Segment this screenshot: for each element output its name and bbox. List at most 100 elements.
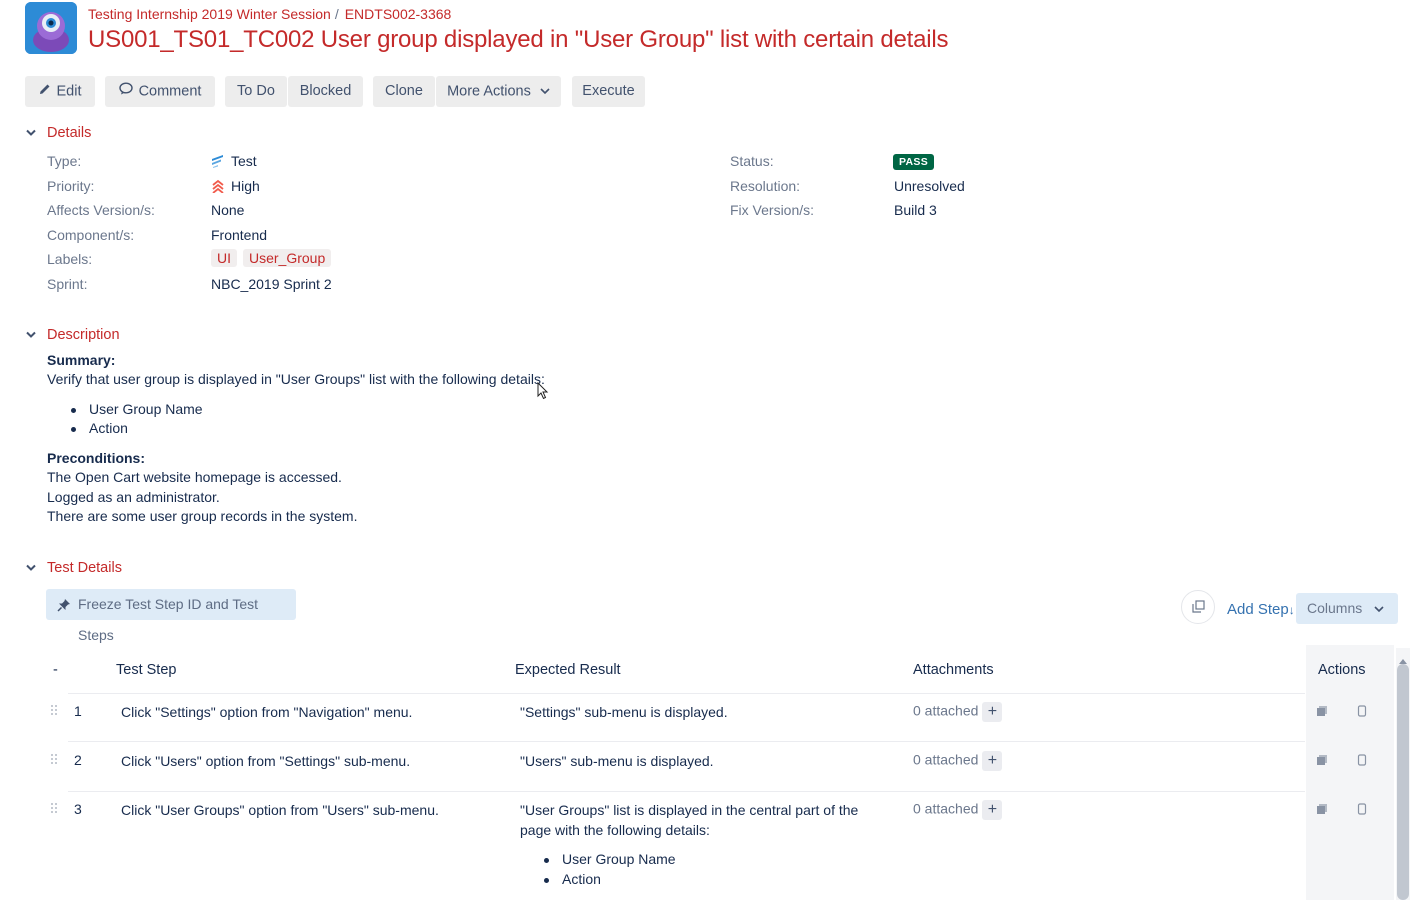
- add-attachment-button[interactable]: +: [982, 800, 1003, 820]
- expected-result-line[interactable]: page with the following details:: [520, 822, 710, 838]
- breadcrumb-separator: /: [334, 6, 339, 22]
- priority-value: High: [211, 178, 260, 196]
- execute-button[interactable]: Execute: [572, 76, 645, 107]
- copy-icon: [1192, 600, 1205, 616]
- columns-button[interactable]: Columns: [1296, 593, 1398, 624]
- precondition-line: There are some user group records in the…: [47, 508, 358, 524]
- comment-button-label: Comment: [138, 83, 202, 100]
- expected-result-bullet: User Group Name: [544, 851, 676, 867]
- breadcrumb-issue-key-link[interactable]: ENDTS002-3368: [345, 6, 452, 22]
- clone-step-icon[interactable]: [1316, 802, 1328, 814]
- status-badge: PASS: [893, 154, 935, 170]
- step-number: 3: [74, 801, 82, 817]
- delete-step-icon[interactable]: [1357, 753, 1369, 766]
- todo-button[interactable]: To Do: [225, 76, 287, 107]
- freeze-steps-button[interactable]: Freeze Test Step ID and Test Steps: [46, 589, 296, 643]
- step-number: 2: [74, 752, 82, 768]
- affects-version-value: None: [211, 202, 245, 218]
- description-heading: Description: [47, 327, 120, 343]
- add-attachment-button[interactable]: +: [982, 702, 1003, 722]
- add-attachment-button[interactable]: +: [982, 751, 1003, 771]
- delete-step-icon[interactable]: [1357, 802, 1369, 815]
- details-section-toggle[interactable]: Details: [25, 125, 91, 141]
- labels-list: UI User_Group: [211, 249, 337, 267]
- chevron-down-icon: [540, 76, 550, 107]
- type-value: Test: [211, 153, 257, 171]
- label-chip[interactable]: User_Group: [243, 249, 332, 267]
- summary-title: Summary:: [47, 352, 116, 368]
- chevron-down-icon: [1374, 593, 1384, 624]
- attachments-cell: 0 attached +: [913, 800, 1003, 820]
- step-text[interactable]: Click "Settings" option from "Navigation…: [121, 704, 412, 720]
- chevron-down-icon: [25, 125, 39, 141]
- attachments-cell: 0 attached +: [913, 702, 1003, 722]
- table-scrollbar-thumb[interactable]: [1397, 664, 1409, 900]
- edit-button-label: Edit: [56, 83, 82, 100]
- priority-value-text: High: [231, 178, 260, 194]
- sprint-label: Sprint:: [47, 276, 88, 292]
- fix-version-label: Fix Version/s:: [730, 202, 815, 218]
- clone-step-icon[interactable]: [1316, 753, 1328, 765]
- test-details-section-toggle[interactable]: Test Details: [25, 560, 122, 576]
- actions-column: [1306, 645, 1394, 900]
- test-type-icon: [211, 154, 225, 171]
- add-step-label: Add Step: [1227, 601, 1289, 618]
- actions-column-header: Actions: [1318, 662, 1366, 678]
- attachments-cell: 0 attached +: [913, 751, 1003, 771]
- edit-button[interactable]: Edit: [25, 76, 95, 107]
- test-step-column-header[interactable]: Test Step: [116, 662, 176, 678]
- description-section-toggle[interactable]: Description: [25, 327, 120, 343]
- row-divider: [68, 791, 1305, 792]
- project-avatar[interactable]: [25, 2, 77, 54]
- more-actions-button[interactable]: More Actions: [436, 76, 561, 107]
- expected-result-column-header[interactable]: Expected Result: [515, 662, 621, 678]
- affects-version-label: Affects Version/s:: [47, 202, 155, 218]
- breadcrumb-project-link[interactable]: Testing Internship 2019 Winter Session: [88, 6, 331, 22]
- summary-text: Verify that user group is displayed in "…: [47, 371, 545, 387]
- more-actions-label: More Actions: [447, 83, 531, 100]
- details-heading: Details: [47, 125, 92, 141]
- comment-icon: [118, 76, 133, 107]
- step-text[interactable]: Click "User Groups" option from "Users" …: [121, 802, 439, 818]
- precondition-line: Logged as an administrator.: [47, 489, 220, 505]
- component-link[interactable]: Frontend: [211, 227, 267, 243]
- chevron-down-icon: [25, 560, 39, 576]
- delete-step-icon[interactable]: [1357, 704, 1369, 717]
- component-label: Component/s:: [47, 227, 135, 243]
- expected-result-line[interactable]: "User Groups" list is displayed in the c…: [520, 802, 858, 818]
- freeze-steps-label: Freeze Test Step ID and Test Steps: [78, 596, 259, 643]
- attachments-column-header[interactable]: Attachments: [913, 662, 994, 678]
- attachments-count: 0 attached: [913, 751, 979, 768]
- drag-handle-icon[interactable]: [51, 803, 59, 815]
- type-value-text: Test: [231, 153, 257, 169]
- preconditions-title: Preconditions:: [47, 450, 146, 466]
- blocked-button[interactable]: Blocked: [288, 76, 363, 107]
- drag-handle-icon[interactable]: [51, 705, 59, 717]
- status-label: Status:: [730, 153, 774, 169]
- attachments-count: 0 attached: [913, 702, 979, 719]
- expected-result-text[interactable]: "Users" sub-menu is displayed.: [520, 753, 714, 769]
- clone-button[interactable]: Clone: [373, 76, 435, 107]
- arrow-down-icon: ↓: [1288, 603, 1295, 617]
- add-step-link[interactable]: Add Step↓: [1227, 601, 1295, 618]
- attachments-count: 0 attached: [913, 800, 979, 817]
- pin-icon: [57, 590, 71, 623]
- comment-button[interactable]: Comment: [105, 76, 215, 107]
- priority-label: Priority:: [47, 178, 95, 194]
- test-details-heading: Test Details: [47, 560, 122, 576]
- sprint-value[interactable]: NBC_2019 Sprint 2: [211, 276, 332, 292]
- expected-result-bullet: Action: [544, 871, 601, 887]
- label-chip[interactable]: UI: [211, 249, 237, 267]
- resolution-label: Resolution:: [730, 178, 801, 194]
- summary-bullet: Action: [71, 420, 128, 436]
- clone-step-icon[interactable]: [1316, 704, 1328, 716]
- precondition-line: The Open Cart website homepage is access…: [47, 469, 342, 485]
- fix-version-link[interactable]: Build 3: [894, 202, 937, 218]
- expected-result-text[interactable]: "Settings" sub-menu is displayed.: [520, 704, 728, 720]
- labels-label: Labels:: [47, 251, 93, 267]
- type-label: Type:: [47, 153, 82, 169]
- copy-button[interactable]: [1181, 590, 1215, 624]
- step-text[interactable]: Click "Users" option from "Settings" sub…: [121, 753, 410, 769]
- drag-handle-icon[interactable]: [51, 754, 59, 766]
- index-column-header: -: [53, 662, 58, 678]
